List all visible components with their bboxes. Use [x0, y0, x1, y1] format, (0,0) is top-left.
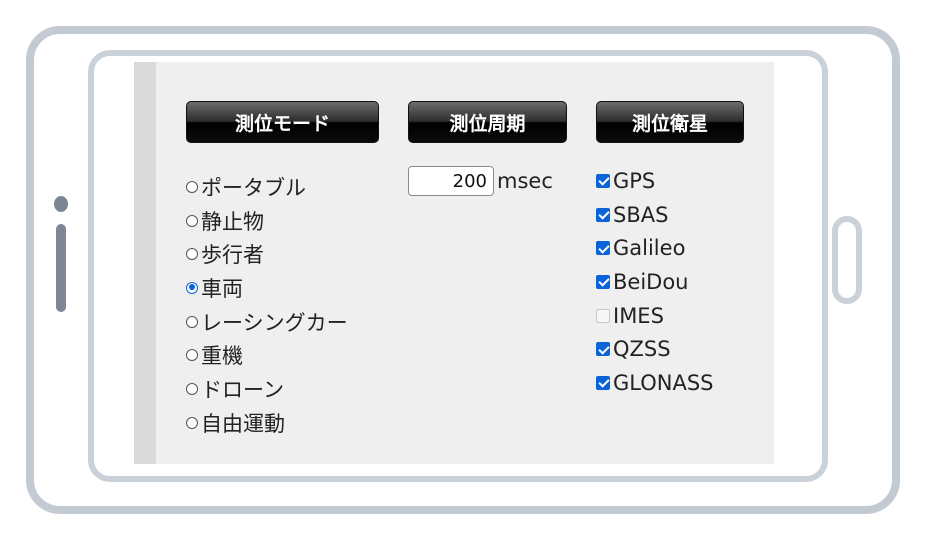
satellite-label: Galileo: [613, 236, 686, 261]
satellite-label: GPS: [613, 168, 656, 193]
satellite-list: GPS SBAS Galileo BeiDou IMES QZSS GLONAS…: [596, 164, 714, 400]
mode-option-label: 自由運動: [201, 411, 285, 436]
checkbox[interactable]: [596, 274, 610, 289]
checkbox[interactable]: [596, 207, 610, 222]
mode-option-label: ドローン: [201, 377, 284, 402]
mode-section-header: 測位モード: [186, 101, 379, 143]
speaker-icon: [56, 224, 66, 312]
mode-option-portable[interactable]: ポータブル: [186, 170, 348, 204]
mode-option-list: ポータブル 静止物 歩行者 車両 レーシングカー 重機 ドローン 自由運動: [186, 170, 348, 440]
satellite-label: BeiDou: [613, 269, 689, 294]
camera-icon: [54, 196, 68, 212]
checkbox[interactable]: [596, 173, 610, 188]
radio-button[interactable]: [186, 416, 198, 429]
satellite-label: QZSS: [613, 337, 671, 362]
mode-option-free-motion[interactable]: 自由運動: [186, 406, 348, 440]
radio-button[interactable]: [186, 281, 198, 294]
radio-button[interactable]: [186, 349, 198, 362]
radio-button[interactable]: [186, 180, 198, 193]
satellite-label: IMES: [613, 303, 664, 328]
radio-button[interactable]: [186, 315, 198, 328]
settings-panel: 測位モード 測位周期 測位衛星 ポータブル 静止物 歩行者 車両 レーシングカー…: [156, 62, 774, 464]
mode-option-label: 歩行者: [201, 243, 264, 268]
satellite-item-gps[interactable]: GPS: [596, 164, 714, 198]
satellite-item-imes[interactable]: IMES: [596, 299, 714, 333]
satellite-item-beidou[interactable]: BeiDou: [596, 265, 714, 299]
period-unit-label: msec: [497, 169, 553, 193]
radio-button[interactable]: [186, 214, 198, 227]
period-section-header: 測位周期: [408, 101, 567, 143]
mode-option-heavy-machinery[interactable]: 重機: [186, 338, 348, 372]
checkbox[interactable]: [596, 342, 610, 357]
period-input[interactable]: [408, 166, 494, 196]
period-setting: msec: [408, 166, 553, 196]
satellite-section-title: 測位衛星: [631, 112, 708, 135]
radio-button[interactable]: [186, 248, 198, 261]
device-screen: 測位モード 測位周期 測位衛星 ポータブル 静止物 歩行者 車両 レーシングカー…: [134, 62, 774, 464]
satellite-item-glonass[interactable]: GLONASS: [596, 366, 714, 400]
checkbox[interactable]: [596, 241, 610, 256]
mode-option-drone[interactable]: ドローン: [186, 372, 348, 406]
satellite-section-header: 測位衛星: [596, 101, 744, 143]
satellite-label: SBAS: [613, 202, 669, 227]
mode-option-stationary[interactable]: 静止物: [186, 204, 348, 238]
satellite-item-sbas[interactable]: SBAS: [596, 198, 714, 232]
radio-button[interactable]: [186, 382, 198, 395]
checkbox[interactable]: [596, 308, 610, 323]
period-section-title: 測位周期: [449, 112, 526, 135]
screen-shadow: [134, 62, 156, 464]
mode-option-label: ポータブル: [201, 175, 306, 200]
mode-option-label: 車両: [201, 276, 243, 301]
mode-option-racing-car[interactable]: レーシングカー: [186, 305, 348, 339]
mode-option-label: 静止物: [201, 209, 264, 234]
mode-option-label: 重機: [201, 344, 243, 369]
mode-option-pedestrian[interactable]: 歩行者: [186, 237, 348, 271]
satellite-label: GLONASS: [613, 370, 714, 395]
mode-section-title: 測位モード: [234, 112, 330, 135]
mode-option-label: レーシングカー: [201, 310, 348, 335]
checkbox[interactable]: [596, 375, 610, 390]
satellite-item-qzss[interactable]: QZSS: [596, 332, 714, 366]
mode-option-vehicle[interactable]: 車両: [186, 271, 348, 305]
satellite-item-galileo[interactable]: Galileo: [596, 231, 714, 265]
home-button[interactable]: [832, 216, 862, 304]
